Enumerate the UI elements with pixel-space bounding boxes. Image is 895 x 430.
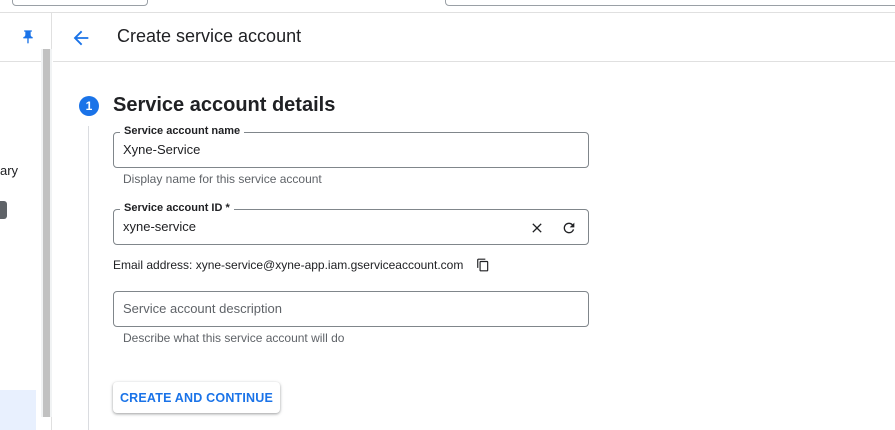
top-left-control[interactable] [12,0,148,6]
page-header: Create service account [53,13,895,62]
step-number-badge: 1 [79,96,99,116]
refresh-icon[interactable] [561,220,577,236]
service-account-name-label: Service account name [120,124,245,138]
service-account-name-field[interactable]: Service account name Xyne-Service [113,124,589,168]
service-account-description-placeholder[interactable]: Service account description [123,301,282,316]
clear-icon[interactable] [529,220,545,236]
stepper-line [88,126,89,430]
copy-icon[interactable] [476,257,490,273]
sidebar-item-partial[interactable]: ary [0,163,18,178]
create-and-continue-button[interactable]: CREATE AND CONTINUE [113,382,280,413]
back-arrow-icon[interactable] [70,27,92,49]
sidebar-scrollbar-thumb[interactable] [43,49,50,417]
service-account-id-label: Service account ID * [120,201,234,215]
sidebar-item-selected[interactable] [0,390,36,430]
service-account-description-field[interactable]: Service account description [113,291,589,327]
service-account-id-field[interactable]: Service account ID * xyne-service [113,201,589,245]
step-title: Service account details [113,94,336,116]
sidebar-badge: 7 [0,201,7,219]
service-account-description-hint: Describe what this service account will … [123,331,345,345]
top-search-bar[interactable] [445,0,895,6]
service-account-name-hint: Display name for this service account [123,172,322,186]
page-title: Create service account [117,26,302,46]
email-address-text: Email address: xyne-service@xyne-app.iam… [113,258,464,272]
service-account-name-value[interactable]: Xyne-Service [123,142,200,157]
pin-icon[interactable] [20,29,36,45]
service-account-id-value[interactable]: xyne-service [123,219,196,234]
